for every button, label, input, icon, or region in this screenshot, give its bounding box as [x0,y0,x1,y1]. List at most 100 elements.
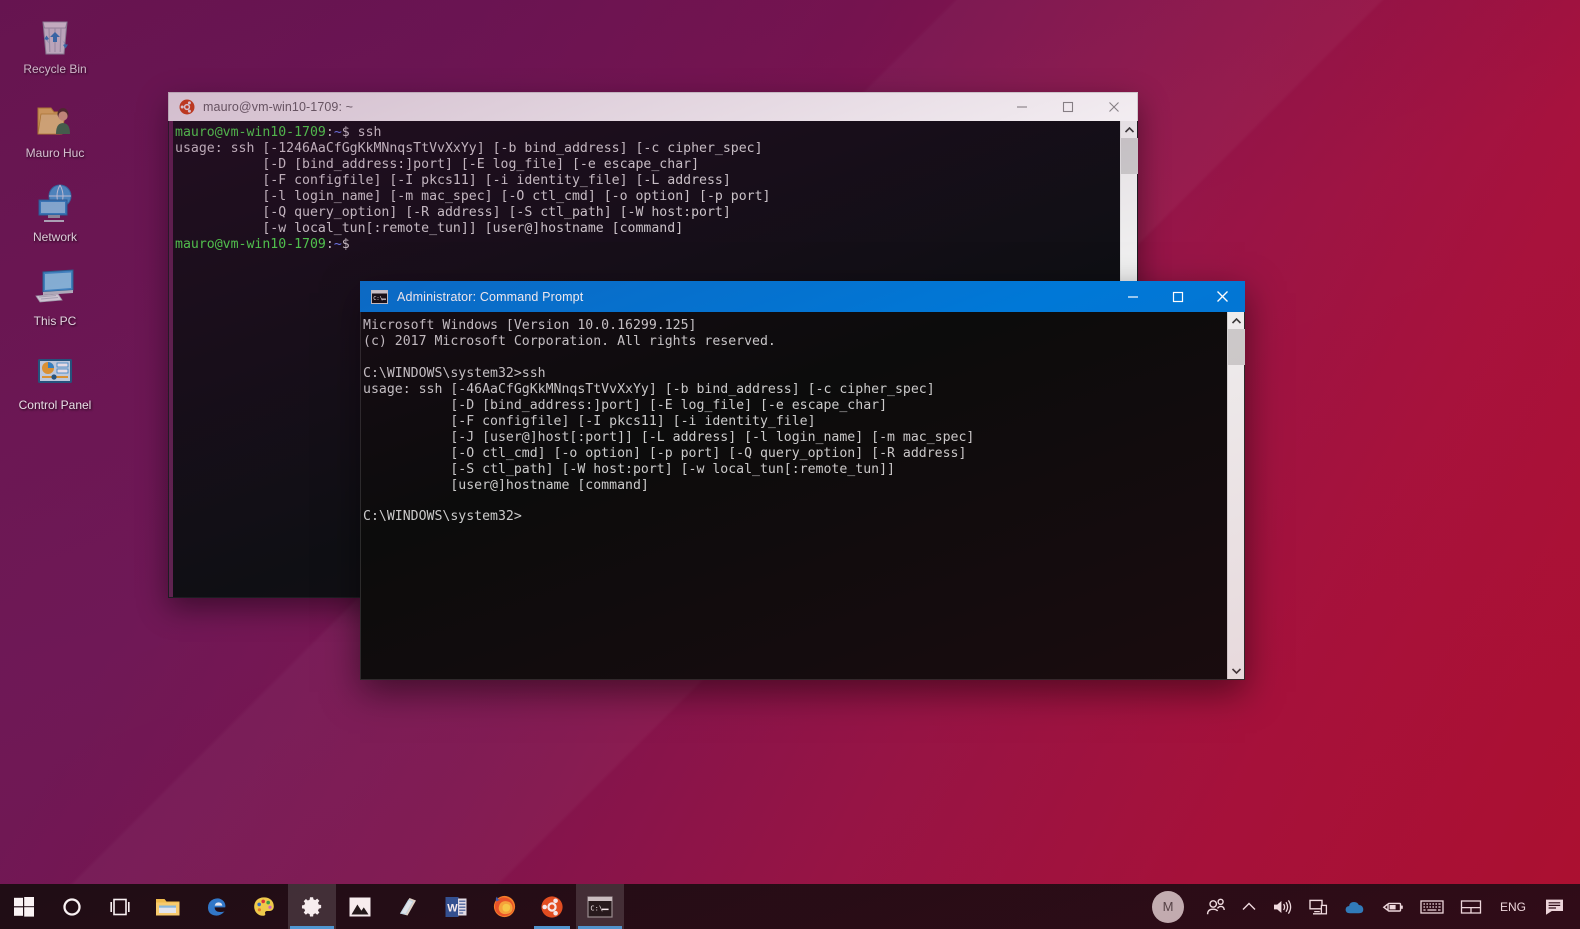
cmd-title-bar[interactable]: C:\ Administrator: Command Prompt [360,281,1245,312]
ubuntu-logo-icon [179,99,195,115]
wsl-minimize-button[interactable] [999,93,1045,122]
sticky-notes-button[interactable] [384,884,432,929]
network-icon[interactable] [1300,884,1336,929]
cmd-scrollbar[interactable] [1227,312,1245,679]
terminal-line: (c) 2017 Microsoft Corporation. All righ… [363,333,776,349]
desktop-icon-list: Recycle Bin Mauro Huc Network This PC Co… [0,6,110,426]
task-view-button[interactable] [96,884,144,929]
start-button[interactable] [0,884,48,929]
language-indicator[interactable]: ENG [1490,900,1536,914]
ubuntu-icon [541,895,563,918]
wsl-title-bar[interactable]: mauro@vm-win10-1709: ~ [168,92,1138,121]
word-button[interactable]: W [432,884,480,929]
edge-button[interactable] [192,884,240,929]
firefox-icon [493,895,515,918]
terminal-line: [-F configfile] [-I pkcs11] [-i identity… [175,172,731,188]
terminal-line: C:\WINDOWS\system32>ssh [363,365,546,381]
terminal-line: mauro@vm-win10-1709:~$ ssh [175,125,382,140]
system-tray: M ENG [1142,884,1580,929]
desktop-icon-network[interactable]: Network [0,174,110,248]
taskbar-buttons: W C:\ [0,884,624,929]
wsl-close-button[interactable] [1091,93,1137,122]
terminal-line: mauro@vm-win10-1709:~$ [175,236,350,252]
cmd-window-title: Administrator: Command Prompt [397,289,584,304]
desktop-background[interactable]: Recycle Bin Mauro Huc Network This PC Co… [0,0,1580,929]
cmd-scroll-up-arrow[interactable] [1228,312,1244,329]
windows-logo-icon [14,896,34,917]
terminal-line: [-F configfile] [-I pkcs11] [-i identity… [363,413,816,429]
action-center-icon[interactable] [1536,884,1574,929]
taskbar[interactable]: W C:\ M ENG [0,884,1580,929]
desktop-icon-control-panel[interactable]: Control Panel [0,342,110,416]
file-explorer-button[interactable] [144,884,192,929]
ubuntu-button[interactable] [528,884,576,929]
task-view-icon [110,898,130,915]
desktop-icon-recycle-bin[interactable]: Recycle Bin [0,6,110,80]
command-prompt-icon: C:\ [371,289,388,304]
terminal-line: C:\WINDOWS\system32> [363,509,522,525]
settings-button[interactable] [288,884,336,929]
wsl-scroll-up-arrow[interactable] [1121,121,1137,138]
cmd-scroll-down-arrow[interactable] [1228,662,1245,679]
control-panel-icon [32,348,78,394]
command-prompt-icon: C:\ [587,895,613,918]
terminal-line: usage: ssh [-1246AaCfGgKkMNnqsTtVvXxYy] … [175,140,763,156]
terminal-line: Microsoft Windows [Version 10.0.16299.12… [363,318,697,333]
this-pc-icon [32,264,78,310]
terminal-line: [-w local_tun[:remote_tun]] [user@]hostn… [175,220,684,236]
word-icon: W [445,896,467,917]
gear-icon [301,897,321,917]
svg-text:C:\: C:\ [590,904,603,912]
touch-keyboard-icon[interactable] [1412,884,1452,929]
svg-text:C:\: C:\ [373,296,383,302]
command-prompt-button[interactable]: C:\ [576,884,624,929]
desktop-icon-user-folder[interactable]: Mauro Huc [0,90,110,164]
terminal-line: [-O ctl_cmd] [-o option] [-p port] [-Q q… [363,445,967,461]
cmd-terminal-output[interactable]: Microsoft Windows [Version 10.0.16299.12… [361,312,1227,679]
terminal-line: usage: ssh [-46AaCfGgKkMNnqsTtVvXxYy] [-… [363,381,935,397]
cmd-window-body: Microsoft Windows [Version 10.0.16299.12… [360,312,1245,680]
people-icon[interactable] [1198,884,1234,929]
battery-icon[interactable] [1374,884,1412,929]
sticky-notes-icon [400,897,416,915]
wsl-maximize-button[interactable] [1045,93,1091,122]
cortana-circle-icon [63,897,81,916]
wsl-window-title: mauro@vm-win10-1709: ~ [203,100,354,114]
desktop-icon-label: This PC [33,314,77,328]
onedrive-icon[interactable] [1336,884,1374,929]
desktop-icon-label: Recycle Bin [23,62,87,76]
user-folder-icon [32,96,78,142]
cortana-button[interactable] [48,884,96,929]
cmd-minimize-button[interactable] [1110,281,1155,312]
terminal-line: [-S ctl_path] [-W host:port] [-w local_t… [363,461,895,477]
touchpad-icon[interactable] [1452,884,1490,929]
cmd-maximize-button[interactable] [1155,281,1200,312]
paint-palette-icon [254,896,274,916]
taskbar-spacer [624,884,1142,929]
firefox-button[interactable] [480,884,528,929]
terminal-line: [-Q query_option] [-R address] [-S ctl_p… [175,204,731,220]
desktop-icon-label: Network [32,230,77,244]
recycle-bin-icon [32,12,78,58]
terminal-line: [-D [bind_address:]port] [-E log_file] [… [175,156,700,172]
desktop-icon-label: Control Panel [18,398,92,412]
wsl-window-controls [999,93,1137,122]
user-avatar[interactable]: M [1151,890,1184,923]
wsl-scroll-thumb[interactable] [1121,138,1138,174]
photos-icon [349,897,371,916]
svg-text:W: W [447,902,458,914]
paint-button[interactable] [240,884,288,929]
cmd-window-controls [1110,281,1245,312]
photos-button[interactable] [336,884,384,929]
cmd-scroll-thumb[interactable] [1228,329,1245,365]
desktop-icon-label: Mauro Huc [25,146,85,160]
volume-icon[interactable] [1264,884,1300,929]
terminal-line: [-l login_name] [-m mac_spec] [-O ctl_cm… [175,188,771,204]
show-hidden-icons-chevron[interactable] [1234,884,1264,929]
desktop-icon-this-pc[interactable]: This PC [0,258,110,332]
terminal-line: [-D [bind_address:]port] [-E log_file] [… [363,397,888,413]
command-prompt-window[interactable]: C:\ Administrator: Command Prompt Micros… [360,281,1245,680]
cmd-close-button[interactable] [1200,281,1245,312]
